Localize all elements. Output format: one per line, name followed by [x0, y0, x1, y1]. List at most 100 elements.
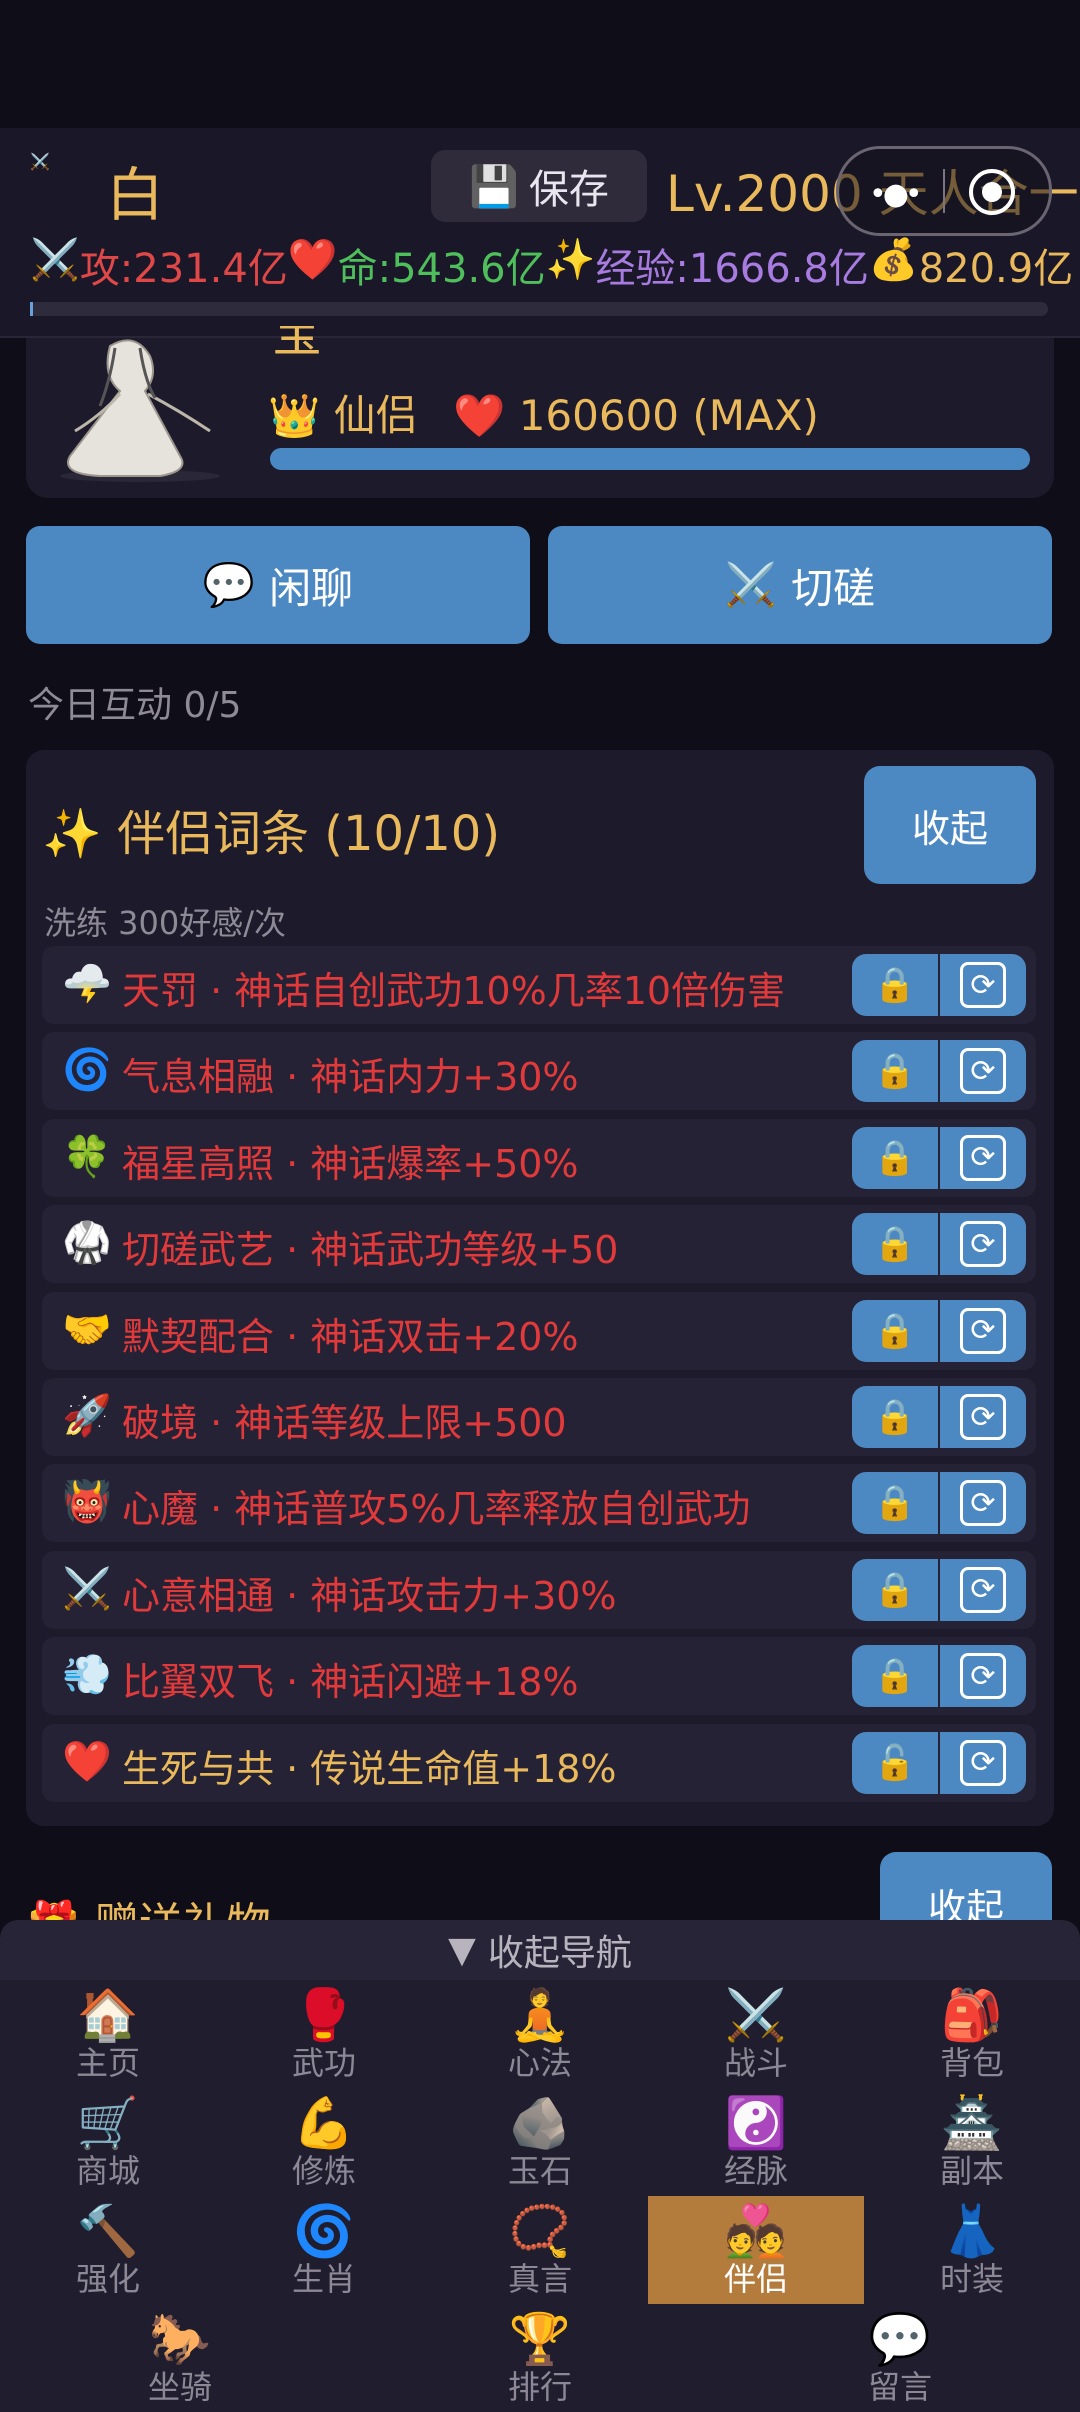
trait-text: 福星高照 · 神话爆率+50% — [122, 1141, 579, 1186]
refresh-icon: ⟳ — [960, 1048, 1006, 1095]
close-target-icon[interactable] — [969, 169, 1015, 215]
lock-icon: 🔒 — [873, 1137, 917, 1178]
trait-lock-button[interactable]: 🔒 — [852, 1386, 938, 1448]
nav-item-mantra[interactable]: 📿 真言 — [432, 2196, 648, 2304]
trait-refresh-button[interactable]: ⟳ — [940, 1126, 1026, 1189]
trait-refresh-button[interactable]: ⟳ — [940, 1558, 1026, 1621]
money-bag-icon: 💰 — [868, 237, 919, 283]
nav-label: 时装 — [939, 2260, 1004, 2298]
player-name: 白 — [106, 161, 165, 229]
trait-text: 心魔 · 神话普攻5%几率释放自创武功 — [122, 1487, 751, 1532]
trait-icon: 🌩️ — [62, 961, 112, 1007]
trait-refresh-button[interactable]: ⟳ — [940, 954, 1026, 1016]
stats-row: ⚔️ 攻:231.4亿 ❤️ 命:543.6亿 ✨ 经验:1666.8亿 💰 8… — [30, 236, 1073, 294]
trait-refresh-button[interactable]: ⟳ — [940, 1731, 1026, 1794]
spar-button[interactable]: ⚔️ 切磋 — [548, 526, 1052, 644]
trait-lock-button[interactable]: 🔒 — [852, 1126, 938, 1189]
traits-collapse-button[interactable]: 收起 — [864, 766, 1036, 884]
save-label: 保存 — [528, 167, 609, 213]
nav-item-mount[interactable]: 🐎 坐骑 — [72, 2304, 288, 2412]
nav-item-martial[interactable]: 🥊 武功 — [216, 1980, 432, 2088]
trait-icon: 🥋 — [62, 1220, 112, 1267]
nav-label: 真言 — [507, 2260, 572, 2298]
nav-item-enhance[interactable]: 🔨 强化 — [0, 2196, 216, 2304]
trait-text: 心意相通 · 神话攻击力+30% — [122, 1573, 617, 1618]
spar-label: 切磋 — [791, 563, 876, 613]
refresh-icon: ⟳ — [960, 1307, 1006, 1354]
trait-refresh-button[interactable]: ⟳ — [940, 1213, 1026, 1276]
trait-refresh-button[interactable]: ⟳ — [940, 1386, 1026, 1448]
house-icon: 🏠 — [76, 1986, 140, 2044]
collapse-nav-label: 收起导航 — [487, 1933, 632, 1974]
trait-lock-button[interactable]: 🔒 — [852, 1299, 938, 1362]
nav-label: 强化 — [75, 2260, 140, 2298]
nav-label: 修炼 — [291, 2152, 356, 2190]
trait-lock-button[interactable]: 🔒 — [852, 1645, 938, 1708]
trait-text: 比翼双飞 · 神话闪避+18% — [122, 1660, 579, 1705]
speech-bubble-icon: 💬 — [868, 2310, 932, 2368]
lock-icon: 🔒 — [873, 1656, 917, 1697]
flexed-biceps-icon: 💪 — [292, 2094, 356, 2152]
trait-lock-button[interactable]: 🔒 — [852, 1213, 938, 1276]
nav-item-jade[interactable]: 🪨 玉石 — [432, 2088, 648, 2196]
trait-refresh-button[interactable]: ⟳ — [940, 1040, 1026, 1103]
castle-icon: 🏯 — [940, 2094, 1004, 2152]
trait-lock-button[interactable]: 🔒 — [852, 1040, 938, 1103]
companion-avatar[interactable] — [40, 336, 240, 482]
nav-item-battle[interactable]: ⚔️ 战斗 — [648, 1980, 864, 2088]
spiral-icon: 🌀 — [292, 2202, 356, 2260]
boxing-glove-icon: 🥊 — [292, 1986, 356, 2044]
refresh-icon: ⟳ — [960, 1480, 1006, 1527]
hp-stat: 命:543.6亿 — [337, 246, 546, 292]
nav-label: 排行 — [507, 2368, 572, 2406]
trait-lock-button[interactable]: 🔒 — [852, 954, 938, 1016]
affection-value: 160600 (MAX) — [518, 391, 819, 440]
save-button[interactable]: 💾 保存 — [431, 150, 647, 222]
trait-icon: ❤️ — [62, 1738, 112, 1785]
trait-row-heart-connection: ⚔️ 心意相通 · 神话攻击力+30% 🔒 ⟳ — [42, 1550, 1036, 1629]
lock-icon: 🔒 — [873, 1397, 917, 1437]
gift-collapse-button[interactable]: 收起 — [880, 1852, 1052, 1924]
cart-icon: 🛒 — [76, 2094, 140, 2152]
collapse-nav-button[interactable]: ▼ 收起导航 — [0, 1920, 1080, 1980]
nav-item-home[interactable]: 🏠 主页 — [0, 1980, 216, 2088]
nav-item-dungeon[interactable]: 🏯 副本 — [864, 2088, 1080, 2196]
attack-swords-icon: ⚔️ — [30, 237, 80, 283]
traits-title-text: 伴侣词条 (10/10) — [117, 806, 501, 862]
lock-icon: 🔒 — [873, 1483, 917, 1524]
exp-stat: 经验:1666.8亿 — [595, 246, 869, 292]
nav-label: 坐骑 — [147, 2368, 212, 2406]
nav-label: 副本 — [939, 2152, 1004, 2190]
more-dots-icon[interactable]: •●• — [869, 177, 923, 212]
nav-item-meridian[interactable]: ☯️ 经脉 — [648, 2088, 864, 2196]
nav-item-companion[interactable]: 💑 伴侣 — [648, 2196, 864, 2304]
trait-row-paired-flight: 💨 比翼双飞 · 神话闪避+18% 🔒 ⟳ — [42, 1637, 1036, 1716]
trait-lock-button[interactable]: 🔓 — [852, 1731, 938, 1794]
horse-icon: 🐎 — [148, 2310, 212, 2368]
chat-button[interactable]: 💬 闲聊 — [26, 526, 530, 644]
trait-lock-button[interactable]: 🔒 — [852, 1558, 938, 1621]
exp-progress-fill — [30, 302, 33, 316]
trait-refresh-button[interactable]: ⟳ — [940, 1299, 1026, 1362]
speech-bubble-icon: 💬 — [202, 560, 256, 609]
nav-item-zodiac[interactable]: 🌀 生肖 — [216, 2196, 432, 2304]
trait-refresh-button[interactable]: ⟳ — [940, 1472, 1026, 1535]
trait-row-heaven-punishment: 🌩️ 天罚 · 神话自创武功10%几率10倍伤害 🔒 ⟳ — [42, 946, 1036, 1024]
nav-item-mind-method[interactable]: 🧘 心法 — [432, 1980, 648, 2088]
nav-item-message[interactable]: 💬 留言 — [792, 2304, 1008, 2412]
nav-item-backpack[interactable]: 🎒 背包 — [864, 1980, 1080, 2088]
lock-icon: 🔒 — [873, 965, 917, 1005]
trait-refresh-button[interactable]: ⟳ — [940, 1645, 1026, 1708]
nav-item-fashion[interactable]: 👗 时装 — [864, 2196, 1080, 2304]
nav-item-shop[interactable]: 🛒 商城 — [0, 2088, 216, 2196]
sparkles-icon: ✨ — [545, 237, 596, 283]
nav-item-training[interactable]: 💪 修炼 — [216, 2088, 432, 2196]
trait-lock-button[interactable]: 🔒 — [852, 1472, 938, 1535]
nav-label: 背包 — [939, 2044, 1004, 2082]
crossed-swords-icon: ⚔️ — [724, 560, 778, 609]
lock-icon: 🔒 — [873, 1051, 917, 1092]
trait-icon: 🤝 — [62, 1306, 112, 1353]
nav-item-ranking[interactable]: 🏆 排行 — [432, 2304, 648, 2412]
nav-label: 商城 — [75, 2152, 140, 2190]
gift-collapse-label: 收起 — [927, 1886, 1004, 1924]
